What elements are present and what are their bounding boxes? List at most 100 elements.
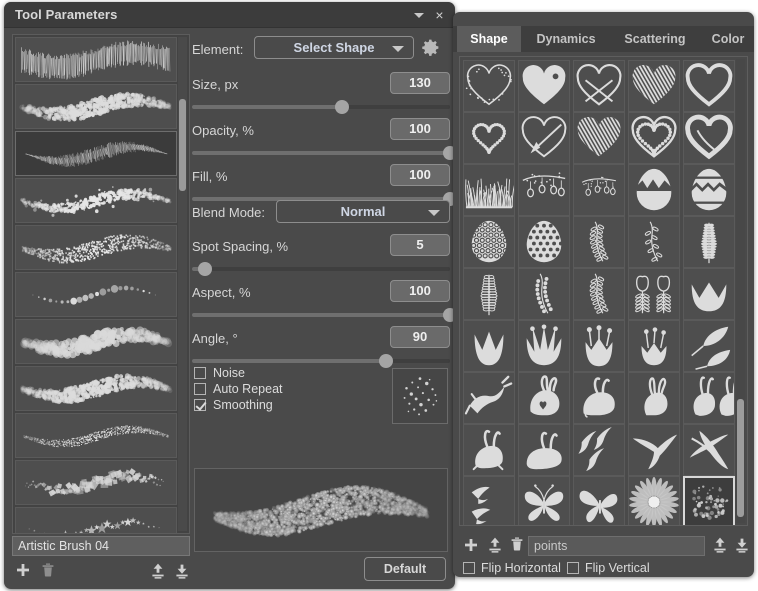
shape-cell-tulip-solid[interactable] (463, 320, 515, 372)
shape-cell-heart-striped[interactable] (573, 112, 625, 164)
shape-cell-leaves-pair[interactable] (683, 320, 735, 372)
slider-value-input[interactable]: 130 (390, 72, 450, 94)
shape-cell-rabbit-resting[interactable] (518, 424, 570, 476)
shape-cell-tulip-bud[interactable] (628, 320, 680, 372)
brush-list-item[interactable] (15, 413, 177, 458)
trash-icon[interactable] (509, 536, 525, 557)
tab-color[interactable]: Color (703, 26, 753, 52)
shape-cell-rabbits-pair[interactable] (683, 372, 735, 424)
default-button[interactable]: Default (364, 557, 446, 581)
shape-cell-rabbit-heart-tail[interactable] (518, 372, 570, 424)
slider-knob[interactable] (379, 354, 393, 368)
plus-icon[interactable] (15, 562, 31, 583)
plus-icon[interactable] (463, 537, 479, 558)
brush-list-item[interactable] (15, 460, 177, 505)
shape-cell-egg-zigzag[interactable] (683, 164, 735, 216)
brush-list-item[interactable] (15, 131, 177, 176)
shape-cell-tulip-spiky[interactable] (518, 320, 570, 372)
import-icon[interactable] (149, 562, 167, 585)
slider-track[interactable] (192, 146, 455, 160)
shape-cell-heart-arrow[interactable] (518, 112, 570, 164)
shape-cell-butterfly-antennae[interactable] (518, 476, 570, 525)
brush-list-item[interactable] (15, 178, 177, 223)
shape-cell-heart-solid[interactable] (518, 60, 570, 112)
slider-value-input[interactable]: 5 (390, 234, 450, 256)
shape-cell-birds-pair[interactable] (463, 476, 515, 525)
slider-track[interactable] (192, 100, 450, 114)
shape-cell-butterfly-solid[interactable] (573, 476, 625, 525)
brush-list-item[interactable] (15, 84, 177, 129)
shape-name-input[interactable]: points (528, 536, 705, 556)
close-icon[interactable]: × (432, 8, 447, 23)
shape-cell-egg-cracked[interactable] (628, 164, 680, 216)
slider-value-input[interactable]: 90 (390, 326, 450, 348)
shape-cell-twig-thin[interactable] (628, 216, 680, 268)
slider-knob[interactable] (335, 100, 349, 114)
brush-list-item[interactable] (15, 272, 177, 317)
shape-cell-grass-tuft[interactable] (463, 164, 515, 216)
slider-track[interactable] (192, 308, 455, 322)
shape-cell-daisy-flower[interactable] (628, 476, 680, 525)
shape-cell-swallows-trio[interactable] (573, 424, 625, 476)
checkbox-smoothing[interactable]: Smoothing (194, 398, 273, 412)
slider-value-input[interactable]: 100 (390, 118, 450, 140)
checkbox-auto-repeat[interactable]: Auto Repeat (194, 382, 283, 396)
shape-cell-leaf-sprig[interactable] (463, 268, 515, 320)
brush-list-item[interactable] (15, 507, 177, 533)
shape-cell-branch-with-eggs-small[interactable] (573, 164, 625, 216)
tab-dynamics[interactable]: Dynamics (525, 26, 607, 52)
shape-grid[interactable] (459, 56, 748, 526)
shape-cell-branch-with-eggs[interactable] (518, 164, 570, 216)
trash-icon[interactable] (40, 562, 56, 583)
shape-cell-rabbit-sitting[interactable] (463, 424, 515, 476)
shape-cell-rabbit-leaping[interactable] (463, 372, 515, 424)
brush-list-item[interactable] (15, 366, 177, 411)
shape-grid-scroll-thumb[interactable] (737, 399, 744, 517)
shape-cell-rabbit-sitting-alert[interactable] (628, 372, 680, 424)
tab-scattering[interactable]: Scattering (609, 26, 701, 52)
blend-mode-dropdown[interactable]: Normal (276, 200, 450, 223)
shape-cell-tulip-stamens[interactable] (573, 320, 625, 372)
shape-cell-heart-crossed-outline[interactable] (573, 60, 625, 112)
shape-cell-tulip-solid-open[interactable] (683, 268, 735, 320)
shape-cell-swallow-single[interactable] (628, 424, 680, 476)
chevron-down-icon[interactable] (411, 8, 426, 23)
brush-list-item[interactable] (15, 319, 177, 364)
shape-cell-heart-hatched[interactable] (628, 60, 680, 112)
brush-list-scrollbar[interactable] (178, 37, 187, 531)
element-dropdown[interactable]: Select Shape (254, 36, 414, 59)
shape-cell-egg-polka-dot[interactable] (518, 216, 570, 268)
export-up-icon[interactable] (711, 536, 729, 559)
slider-knob[interactable] (198, 262, 212, 276)
flip-vertical-checkbox[interactable]: Flip Vertical (567, 561, 650, 575)
slider-value-input[interactable]: 100 (390, 164, 450, 186)
shape-cell-heart-brush-outline[interactable] (683, 112, 735, 164)
brush-list-item[interactable] (15, 225, 177, 270)
shape-cell-rabbit-jumping[interactable] (573, 372, 625, 424)
shape-cell-egg-floral[interactable] (463, 216, 515, 268)
shape-cell-twig-curved[interactable] (573, 216, 625, 268)
export-down-icon[interactable] (733, 536, 751, 559)
shape-cell-heart-dotted[interactable] (463, 112, 515, 164)
shape-grid-scrollbar[interactable] (736, 59, 745, 523)
slider-track[interactable] (192, 262, 450, 276)
checkbox-noise[interactable]: Noise (194, 366, 245, 380)
flip-horizontal-checkbox[interactable]: Flip Horizontal (463, 561, 561, 575)
slider-value-input[interactable]: 100 (390, 280, 450, 302)
shape-cell-heart-spiky[interactable] (628, 112, 680, 164)
shape-cell-heart-sketch-outline[interactable] (463, 60, 515, 112)
gear-icon[interactable] (420, 37, 441, 63)
shape-cell-heart-thick-outline[interactable] (683, 60, 735, 112)
import-icon[interactable] (486, 536, 504, 559)
shape-cell-tulip-pair[interactable] (628, 268, 680, 320)
brush-list[interactable] (12, 34, 190, 534)
export-icon[interactable] (173, 562, 191, 585)
shape-cell-points-scatter[interactable] (683, 476, 735, 525)
brush-list-item[interactable] (15, 37, 177, 82)
tab-shape[interactable]: Shape (457, 26, 521, 52)
shape-cell-fern-frond[interactable] (683, 216, 735, 268)
shape-cell-dragonfly[interactable] (683, 424, 735, 476)
shape-cell-berry-vine[interactable] (518, 268, 570, 320)
shape-cell-willow-sprig[interactable] (573, 268, 625, 320)
brush-list-scroll-thumb[interactable] (179, 99, 186, 191)
